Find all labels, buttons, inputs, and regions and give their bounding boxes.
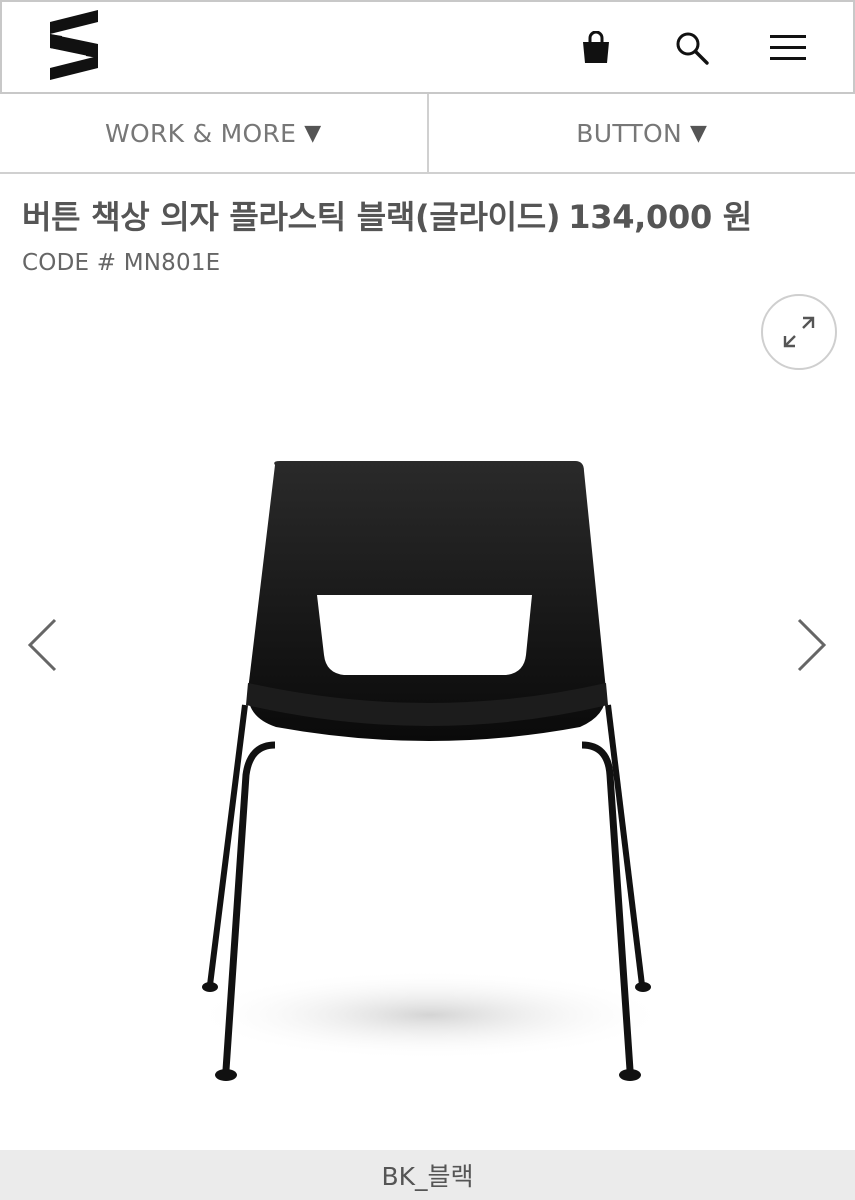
chevron-left-icon [27,618,57,672]
previous-image-button[interactable] [20,610,64,680]
menu-button[interactable] [766,26,810,70]
category-label: WORK & MORE [105,118,297,148]
zoom-button[interactable] [761,294,837,370]
category-dropdown-work-more[interactable]: WORK & MORE ▼ [0,94,427,172]
product-code: CODE # MN801E [22,250,221,276]
dropdown-arrow-icon: ▼ [304,120,322,146]
site-header [0,0,855,94]
hamburger-menu-icon [770,35,806,60]
category-label: BUTTON [576,118,682,148]
search-button[interactable] [670,26,714,70]
product-title: 버튼 책상 의자 플라스틱 블랙(글라이드) 134,000 원 [22,192,842,238]
dropdown-arrow-icon: ▼ [690,120,708,146]
product-price: 134,000 원 [568,198,752,236]
shopping-bag-icon [583,31,609,63]
chevron-right-icon [797,618,827,672]
chair-product-image [190,461,670,1081]
expand-icon [783,316,815,348]
color-caption: BK_블랙 [0,1150,855,1200]
next-image-button[interactable] [790,610,834,680]
category-bar: WORK & MORE ▼ BUTTON ▼ [0,94,855,174]
shopping-bag-button[interactable] [574,26,618,70]
brand-s-logo-icon [50,10,98,80]
category-dropdown-button[interactable]: BUTTON ▼ [426,94,855,172]
search-icon [676,32,709,65]
product-name: 버튼 책상 의자 플라스틱 블랙(글라이드) [22,198,561,236]
brand-logo[interactable] [48,10,100,80]
product-gallery [0,285,855,1150]
